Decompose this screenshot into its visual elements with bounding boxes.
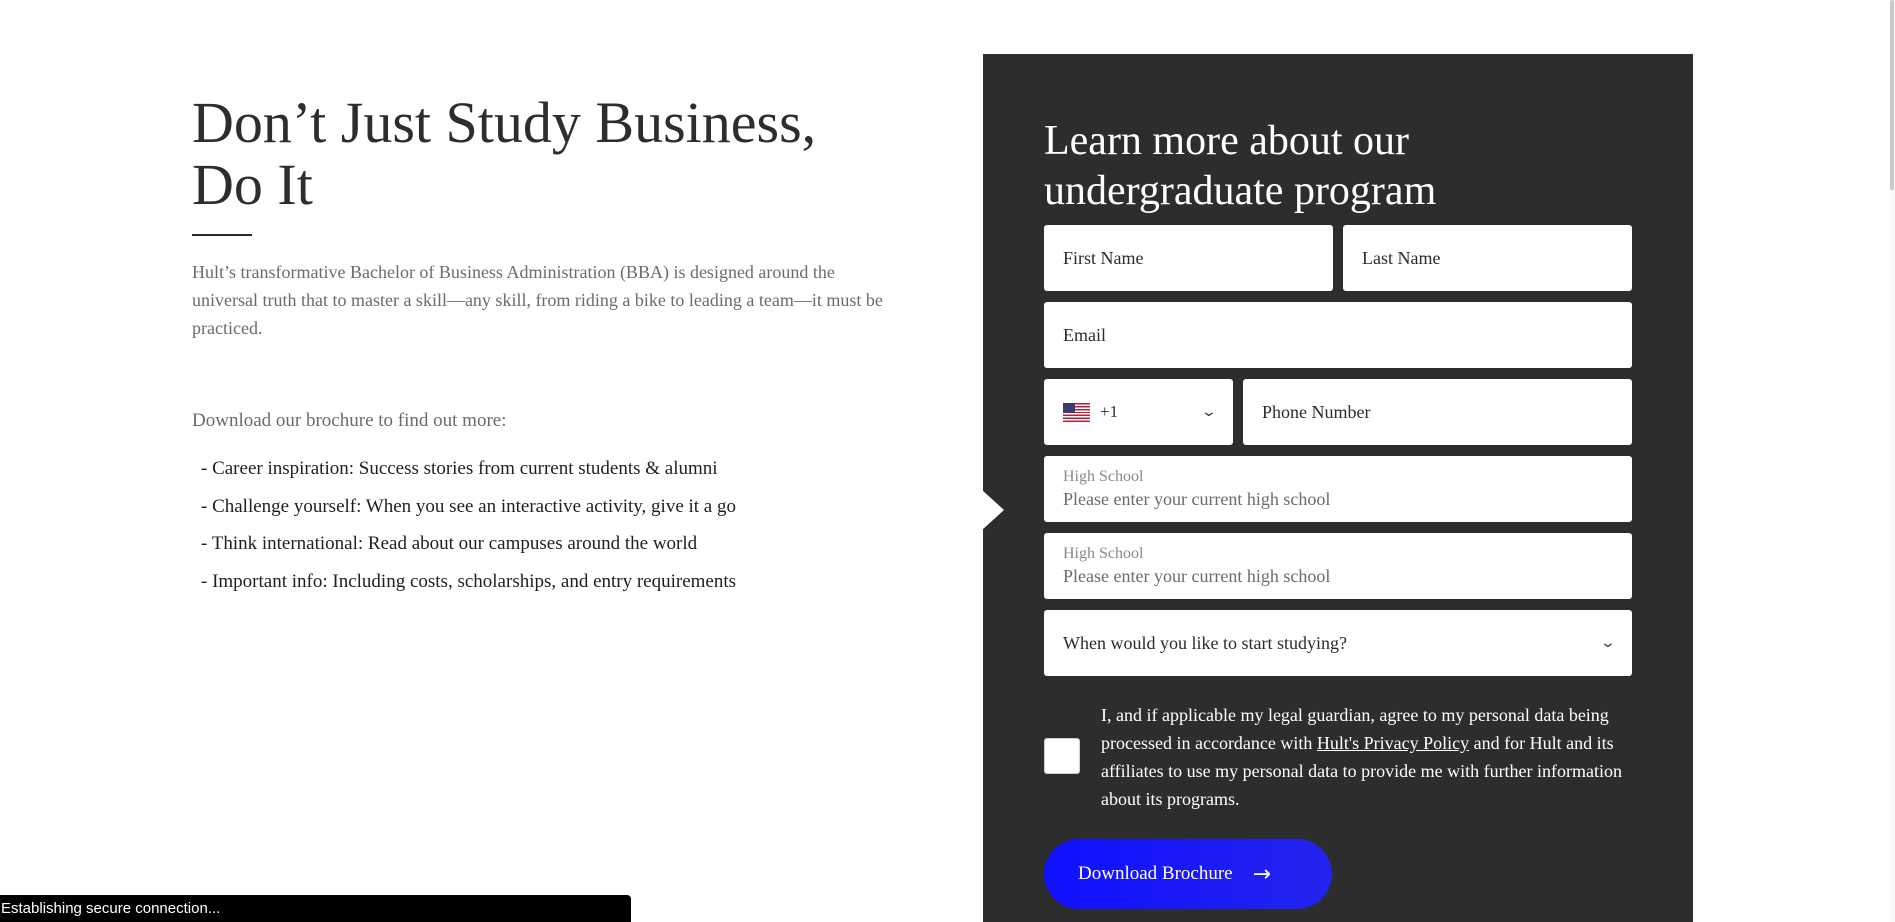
first-name-placeholder: First Name [1063, 247, 1144, 268]
browser-status-bar: Establishing secure connection... [0, 895, 631, 922]
high-school-label: High School [1063, 468, 1144, 485]
chevron-down-icon: ⌄ [1200, 404, 1218, 420]
start-date-select[interactable]: When would you like to start studying? ⌄ [1044, 610, 1632, 676]
country-code-value: +1 [1100, 402, 1119, 421]
list-item: - Important info: Including costs, schol… [201, 570, 737, 592]
first-name-field[interactable]: First Name [1044, 225, 1333, 291]
download-brochure-button[interactable]: Download Brochure → [1044, 839, 1332, 909]
chevron-down-icon: ⌄ [1599, 635, 1617, 651]
hero-section: Don’t Just Study Business, Do It Hult’s … [192, 92, 912, 608]
arrow-right-icon: → [1252, 861, 1272, 887]
last-name-field[interactable]: Last Name [1343, 225, 1632, 291]
page-scrollbar[interactable] [1889, 0, 1895, 922]
brochure-benefits-list: - Career inspiration: Success stories fr… [192, 458, 912, 593]
consent-text: I, and if applicable my legal guardian, … [1101, 701, 1641, 813]
consent-checkbox[interactable] [1044, 738, 1080, 774]
high-school-placeholder: Please enter your current high school [1063, 489, 1331, 509]
panel-notch [982, 490, 1004, 530]
phone-number-field[interactable]: Phone Number [1243, 379, 1632, 445]
headline-line-1: Don’t Just Study Business, [192, 90, 817, 155]
us-flag-icon [1063, 402, 1090, 422]
list-item: - Challenge yourself: When you see an in… [201, 495, 736, 517]
email-field[interactable]: Email [1044, 302, 1632, 368]
high-school-field[interactable]: High School Please enter your current hi… [1044, 456, 1632, 522]
high-school-label-2: High School [1063, 545, 1144, 562]
last-name-placeholder: Last Name [1362, 247, 1441, 268]
headline-line-2: Do It [192, 152, 313, 217]
email-placeholder: Email [1063, 324, 1106, 345]
download-button-label: Download Brochure [1078, 863, 1233, 884]
page-title: Don’t Just Study Business, Do It [192, 92, 912, 216]
title-divider [192, 234, 252, 236]
high-school-placeholder-2: Please enter your current high school [1063, 566, 1331, 586]
brochure-prompt: Download our brochure to find out more: [192, 410, 507, 431]
intro-paragraph: Hult’s transformative Bachelor of Busine… [192, 262, 883, 338]
country-code-select[interactable]: +1 ⌄ [1044, 379, 1233, 445]
form-title: Learn more about our undergraduate progr… [1044, 118, 1437, 214]
high-school-field-2[interactable]: High School Please enter your current hi… [1044, 533, 1632, 599]
list-item: - Career inspiration: Success stories fr… [201, 458, 718, 479]
status-text: Establishing secure connection... [1, 900, 221, 917]
privacy-policy-link[interactable]: Hult's Privacy Policy [1317, 733, 1469, 753]
start-date-value: When would you like to start studying? [1063, 632, 1347, 653]
scrollbar-thumb[interactable] [1890, 0, 1894, 190]
phone-placeholder: Phone Number [1262, 401, 1371, 422]
brochure-form-panel: Learn more about our undergraduate progr… [982, 54, 1693, 922]
list-item: - Think international: Read about our ca… [201, 533, 698, 554]
